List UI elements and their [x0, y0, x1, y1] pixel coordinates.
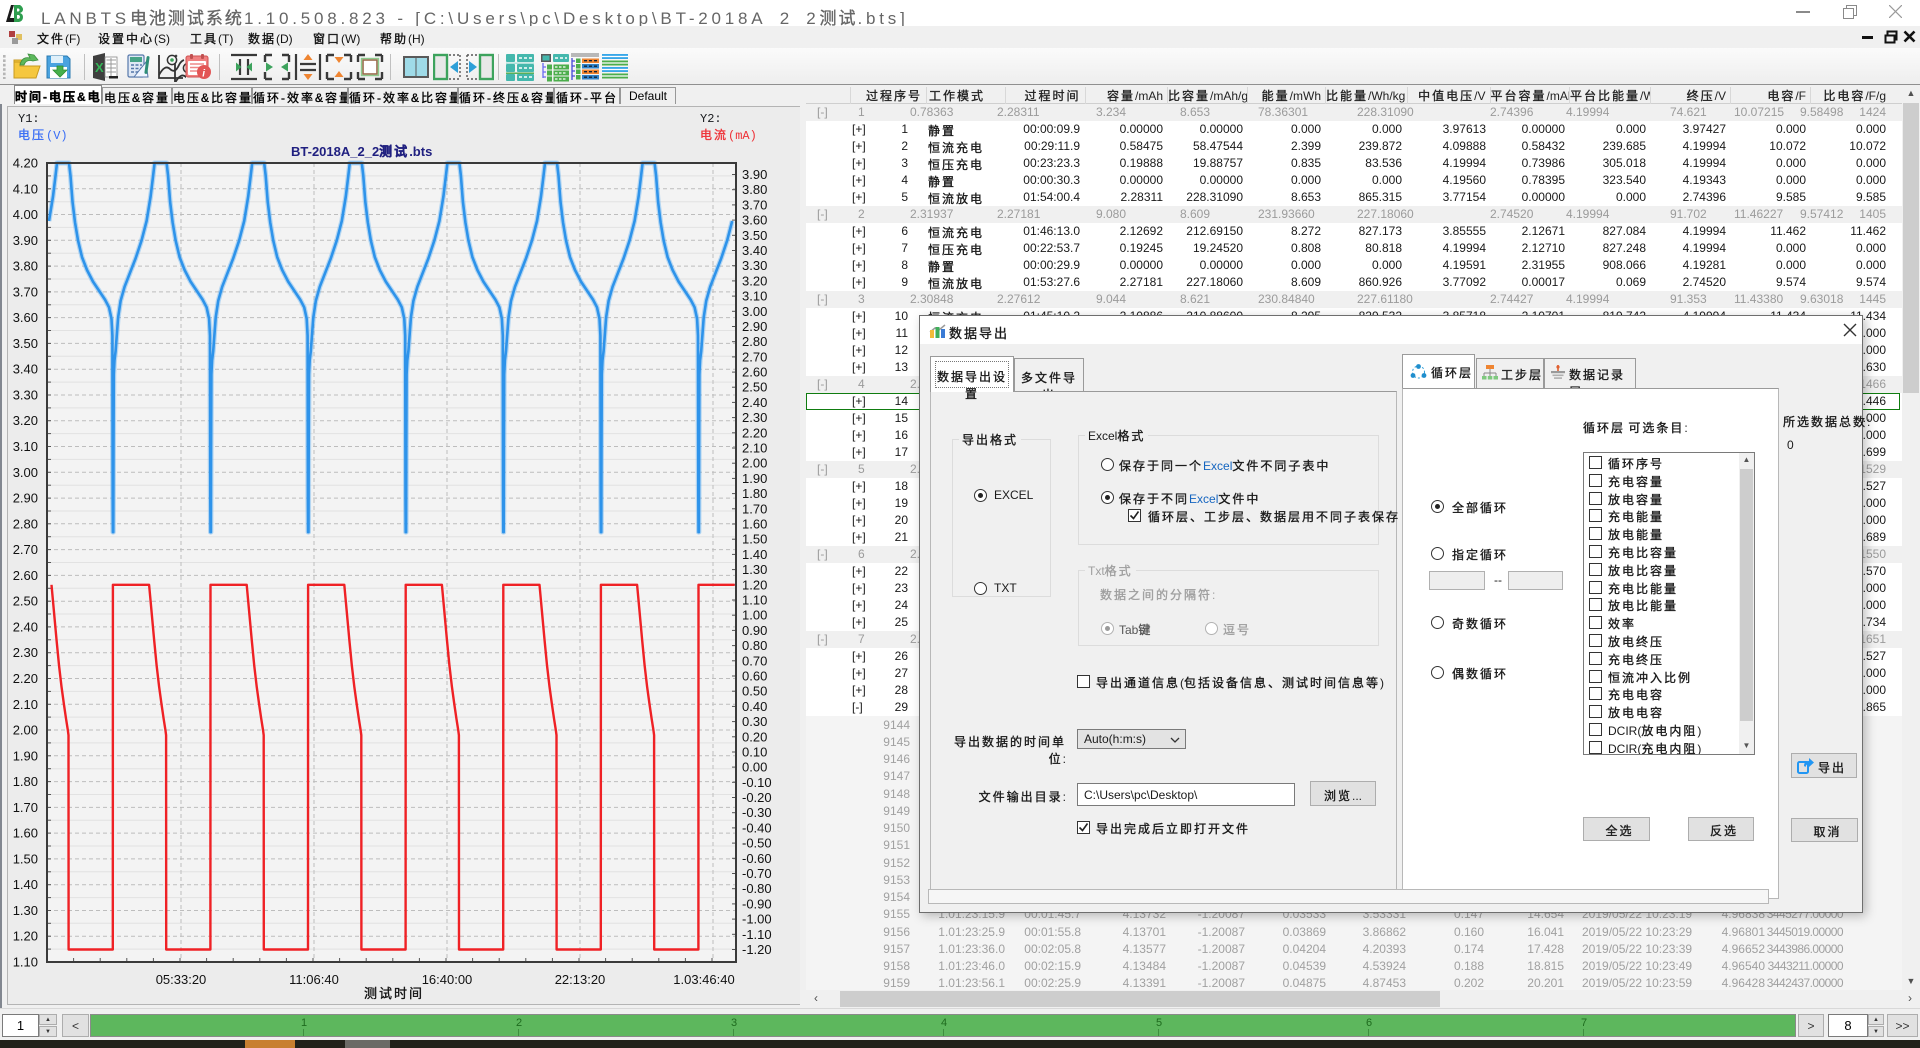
- svg-text:0.10: 0.10: [742, 745, 767, 760]
- svg-text:2.70: 2.70: [742, 349, 767, 364]
- svg-text:3.70: 3.70: [742, 197, 767, 212]
- svg-text:3.50: 3.50: [13, 336, 38, 351]
- svg-text:4.00: 4.00: [13, 207, 38, 222]
- svg-text:1.10: 1.10: [742, 593, 767, 608]
- svg-text:-0.30: -0.30: [742, 805, 772, 820]
- svg-text:2.60: 2.60: [742, 365, 767, 380]
- svg-text:1.30: 1.30: [13, 903, 38, 918]
- svg-text:1.80: 1.80: [742, 486, 767, 501]
- svg-text:0.60: 0.60: [742, 669, 767, 684]
- svg-text:-0.10: -0.10: [742, 775, 772, 790]
- svg-text:1.20: 1.20: [13, 929, 38, 944]
- svg-text:-0.40: -0.40: [742, 820, 772, 835]
- svg-text:2.70: 2.70: [13, 542, 38, 557]
- svg-text:1.00: 1.00: [742, 608, 767, 623]
- svg-text:22:13:20: 22:13:20: [555, 972, 606, 987]
- svg-text:-1.10: -1.10: [742, 927, 772, 942]
- svg-text:0.80: 0.80: [742, 638, 767, 653]
- svg-text:-0.80: -0.80: [742, 881, 772, 896]
- svg-text:i: i: [202, 69, 205, 80]
- svg-text:0.40: 0.40: [742, 699, 767, 714]
- svg-text:0.50: 0.50: [742, 684, 767, 699]
- svg-text:0.70: 0.70: [742, 653, 767, 668]
- svg-text:3.00: 3.00: [13, 465, 38, 480]
- svg-text:2.90: 2.90: [742, 319, 767, 334]
- svg-text:2.00: 2.00: [13, 723, 38, 738]
- svg-text:3.50: 3.50: [742, 228, 767, 243]
- svg-text:2.50: 2.50: [742, 380, 767, 395]
- svg-text:1.80: 1.80: [13, 774, 38, 789]
- svg-text:-0.20: -0.20: [742, 790, 772, 805]
- svg-text:1.40: 1.40: [742, 547, 767, 562]
- svg-text:0.00: 0.00: [742, 760, 767, 775]
- svg-text:1.70: 1.70: [13, 800, 38, 815]
- svg-text:1.70: 1.70: [742, 501, 767, 516]
- svg-text:0.20: 0.20: [742, 729, 767, 744]
- svg-text:2.20: 2.20: [13, 671, 38, 686]
- svg-text:2.80: 2.80: [742, 334, 767, 349]
- svg-text:0.90: 0.90: [742, 623, 767, 638]
- svg-text:1.10: 1.10: [13, 955, 38, 970]
- svg-text:0.30: 0.30: [742, 714, 767, 729]
- svg-text:2.40: 2.40: [742, 395, 767, 410]
- svg-text:1.50: 1.50: [742, 532, 767, 547]
- svg-text:-0.50: -0.50: [742, 836, 772, 851]
- svg-text:1.03:46:40: 1.03:46:40: [673, 972, 734, 987]
- svg-text:1.90: 1.90: [13, 748, 38, 763]
- svg-text:3.30: 3.30: [13, 388, 38, 403]
- svg-text:3.00: 3.00: [742, 304, 767, 319]
- svg-text:1.60: 1.60: [13, 826, 38, 841]
- svg-text:3.10: 3.10: [13, 439, 38, 454]
- svg-text:1.40: 1.40: [13, 877, 38, 892]
- svg-text:05:33:20: 05:33:20: [156, 972, 207, 987]
- svg-text:2.20: 2.20: [742, 425, 767, 440]
- svg-text:2.90: 2.90: [13, 491, 38, 506]
- svg-text:-1.00: -1.00: [742, 912, 772, 927]
- svg-text:2.40: 2.40: [13, 619, 38, 634]
- svg-text:-0.60: -0.60: [742, 851, 772, 866]
- svg-text:3.90: 3.90: [742, 167, 767, 182]
- svg-text:1.60: 1.60: [742, 517, 767, 532]
- svg-text:2.10: 2.10: [742, 441, 767, 456]
- svg-text:3.10: 3.10: [742, 289, 767, 304]
- svg-text:2.10: 2.10: [13, 697, 38, 712]
- svg-text:3.90: 3.90: [13, 233, 38, 248]
- svg-text:3.60: 3.60: [13, 310, 38, 325]
- svg-text:X: X: [95, 60, 104, 75]
- svg-text:16:40:00: 16:40:00: [422, 972, 473, 987]
- svg-text:2.50: 2.50: [13, 594, 38, 609]
- svg-text:2.00: 2.00: [742, 456, 767, 471]
- svg-text:3.30: 3.30: [742, 258, 767, 273]
- svg-text:2.80: 2.80: [13, 516, 38, 531]
- svg-text:2.30: 2.30: [742, 410, 767, 425]
- svg-text:2.30: 2.30: [13, 645, 38, 660]
- svg-text:1.30: 1.30: [742, 562, 767, 577]
- svg-text:-0.90: -0.90: [742, 896, 772, 911]
- svg-text:1.20: 1.20: [742, 577, 767, 592]
- svg-text:3.20: 3.20: [742, 273, 767, 288]
- svg-text:1.90: 1.90: [742, 471, 767, 486]
- svg-text:-0.70: -0.70: [742, 866, 772, 881]
- svg-text:4.10: 4.10: [13, 181, 38, 196]
- svg-text:1.50: 1.50: [13, 851, 38, 866]
- svg-text:3.70: 3.70: [13, 284, 38, 299]
- svg-text:3.40: 3.40: [13, 362, 38, 377]
- svg-text:3.20: 3.20: [13, 413, 38, 428]
- svg-text:3.80: 3.80: [13, 259, 38, 274]
- svg-text:4.20: 4.20: [13, 156, 38, 171]
- svg-text:3.80: 3.80: [742, 182, 767, 197]
- svg-text:-1.20: -1.20: [742, 942, 772, 957]
- svg-text:2.60: 2.60: [13, 568, 38, 583]
- svg-text:3.40: 3.40: [742, 243, 767, 258]
- svg-text:11:06:40: 11:06:40: [289, 972, 339, 987]
- svg-text:3.60: 3.60: [742, 213, 767, 228]
